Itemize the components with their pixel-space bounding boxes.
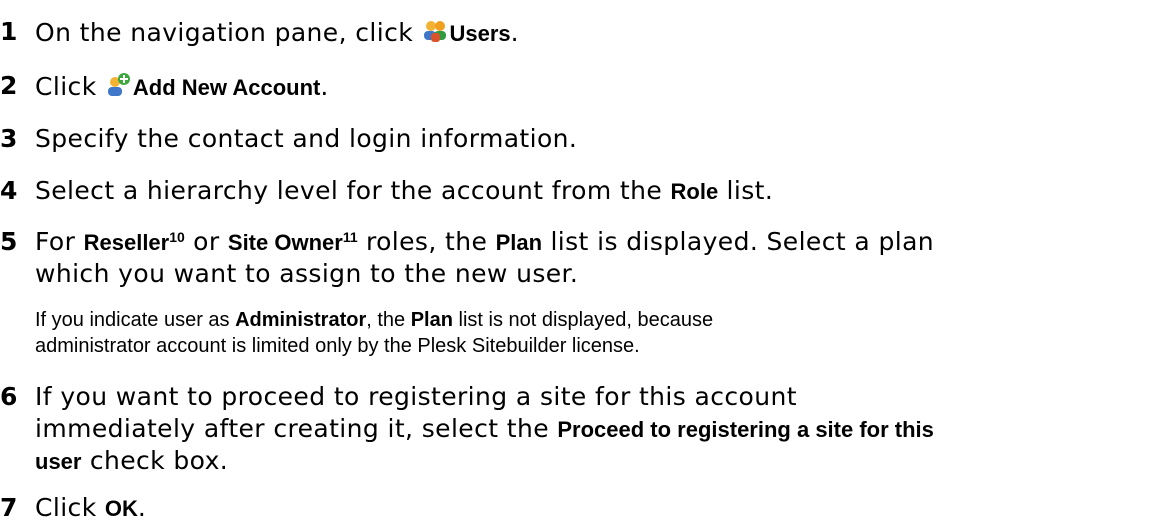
ok-label: OK	[104, 496, 138, 521]
step-text: Specify the contact and login informatio…	[35, 124, 578, 153]
step-6-continuation: immediately after creating it, select th…	[35, 415, 934, 444]
step-text: If you want to proceed to registering a …	[35, 382, 797, 411]
administrator-label: Administrator	[235, 309, 367, 331]
step-text-part: list.	[718, 176, 774, 205]
step-text-part: Click	[35, 493, 105, 522]
note-text-part: If you indicate user as	[35, 309, 236, 331]
note-text-part: list is not displayed, because	[452, 309, 714, 331]
footnote-ref: 11	[342, 229, 358, 245]
step-number: 6	[0, 382, 18, 411]
step-text-part: Click	[35, 72, 105, 101]
step-text-part: For	[35, 227, 84, 256]
step-text: Click OK.	[35, 494, 146, 523]
step-text: For Reseller10 or Site Owner11 roles, th…	[35, 228, 934, 257]
note-text-part: , the	[366, 309, 411, 331]
step-text-part: On the navigation pane, click	[35, 18, 422, 47]
footnote-ref: 10	[169, 229, 185, 245]
step-text-part: Select a hierarchy level for the account…	[35, 176, 671, 205]
reseller-label: Reseller	[83, 230, 170, 255]
step-5-continuation: which you want to assign to the new user…	[35, 259, 579, 288]
step-number: 7	[0, 493, 18, 522]
plan-label: Plan	[495, 230, 543, 255]
step-text: Click Add New Account.	[35, 72, 329, 102]
step-text-part: immediately after creating it, select th…	[35, 414, 558, 443]
users-label: Users	[449, 21, 511, 46]
proceed-checkbox-label-end: user	[35, 449, 82, 474]
step-text: On the navigation pane, click Users.	[35, 18, 519, 48]
step-text-part: .	[510, 18, 520, 47]
step-text-part: .	[137, 493, 147, 522]
site-owner-label: Site Owner	[227, 230, 343, 255]
role-label: Role	[670, 179, 719, 204]
users-icon	[422, 18, 448, 44]
step-number: 2	[0, 71, 18, 100]
step-5-note-continuation: administrator account is limited only by…	[35, 335, 640, 357]
proceed-checkbox-label: Proceed to registering a site for this	[557, 417, 934, 442]
step-text-part: roles, the	[357, 227, 496, 256]
add-account-icon	[105, 72, 131, 98]
plan-label: Plan	[410, 309, 453, 331]
step-number: 1	[0, 17, 18, 46]
step-6-continuation-2: user check box.	[35, 447, 228, 476]
add-new-account-label: Add New Account	[132, 75, 321, 100]
step-text-part: or	[184, 227, 228, 256]
step-number: 3	[0, 124, 18, 153]
step-5-note: If you indicate user as Administrator, t…	[35, 308, 713, 332]
instructions-page: 1 On the navigation pane, click Users. 2…	[0, 0, 1151, 528]
step-number: 4	[0, 176, 18, 205]
step-text-part: check box.	[81, 446, 229, 475]
step-text: Select a hierarchy level for the account…	[35, 177, 773, 206]
step-text-part: list is displayed. Select a plan	[542, 227, 935, 256]
step-text-part: .	[320, 72, 329, 101]
step-number: 5	[0, 227, 18, 256]
